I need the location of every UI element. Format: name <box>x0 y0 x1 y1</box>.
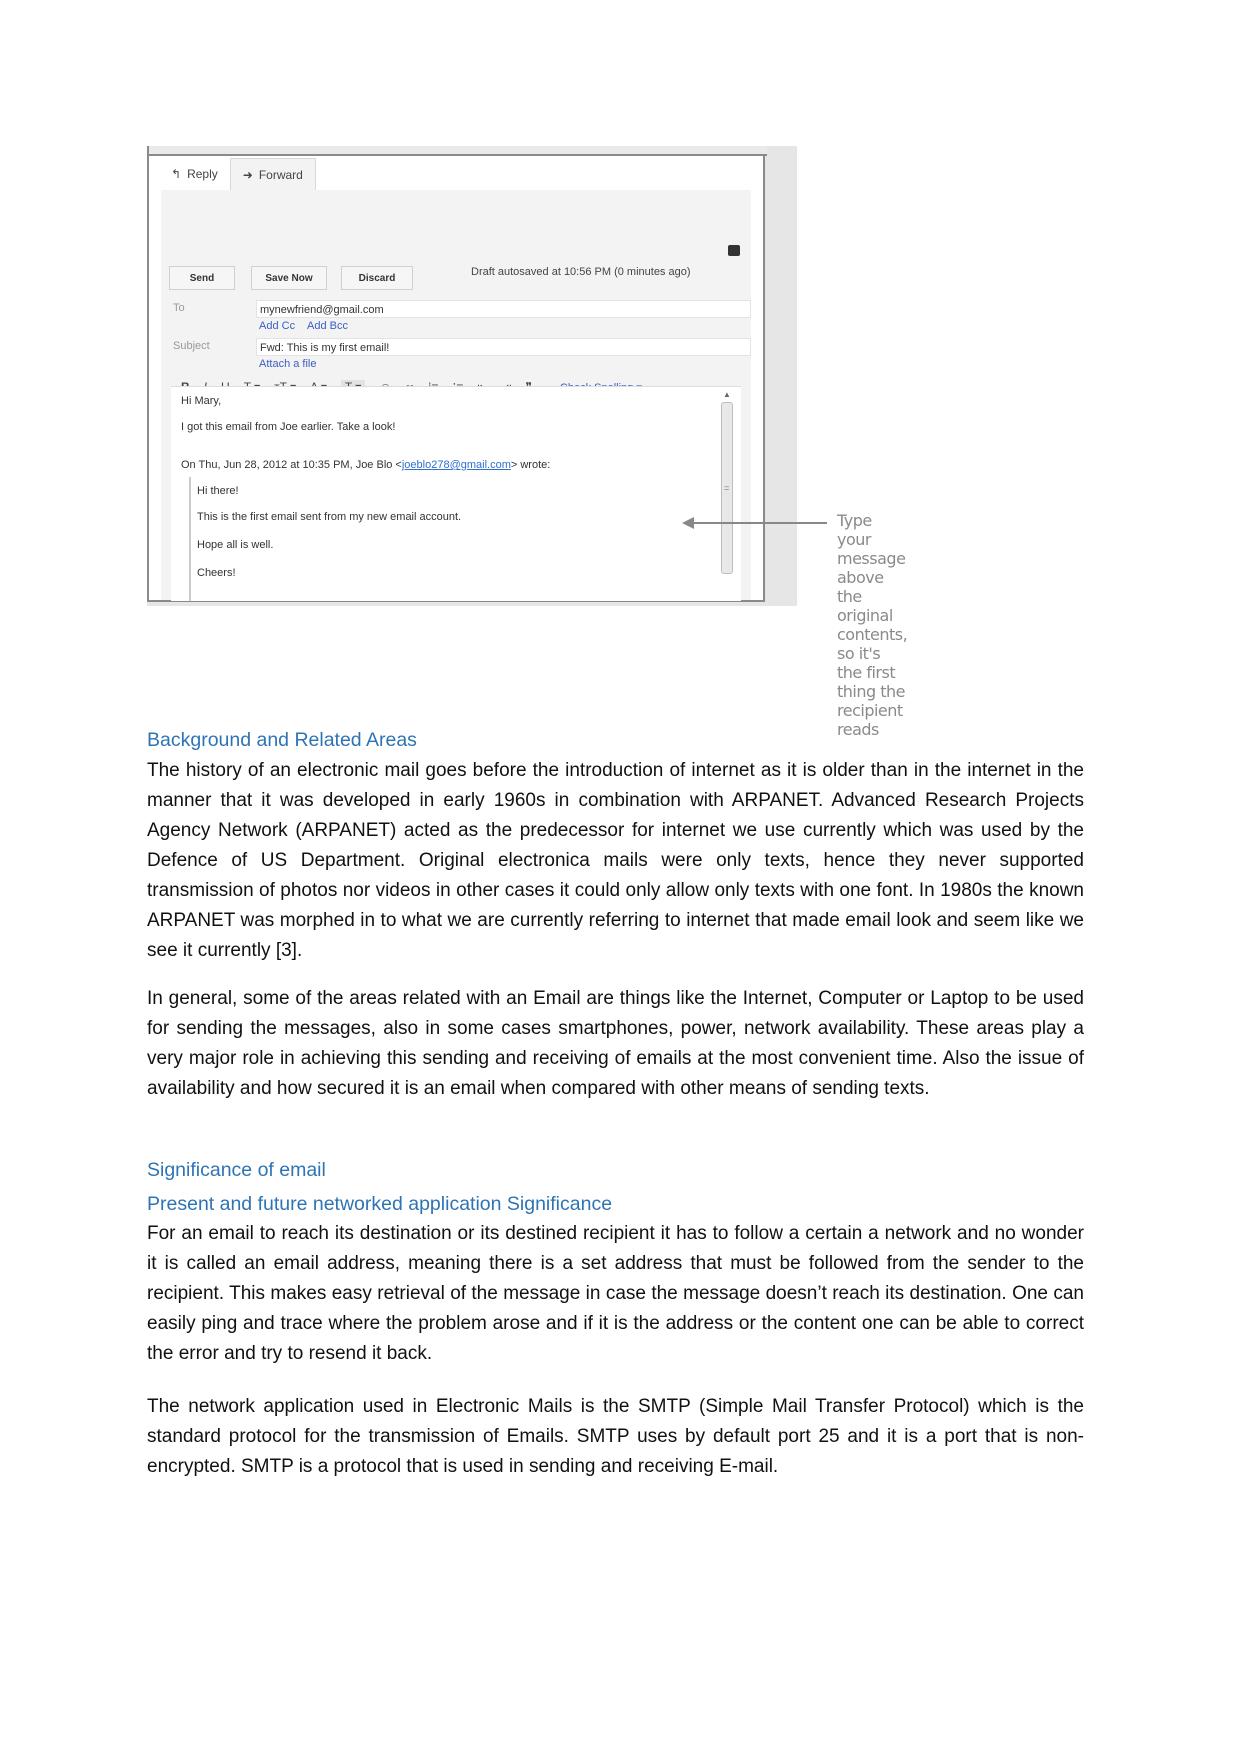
paragraph-text: In general, some of the areas related wi… <box>147 988 1084 1099</box>
body-scrollbar[interactable]: ▲ = <box>719 388 735 600</box>
callout-annotation: Type your message above the original con… <box>837 511 908 739</box>
quote-header: On Thu, Jun 28, 2012 at 10:35 PM, Joe Bl… <box>181 459 550 471</box>
quoted-line: Cheers! <box>197 567 236 579</box>
message-body[interactable]: Hi Mary, I got this email from Joe earli… <box>171 386 741 601</box>
quoted-line: Hope all is well. <box>197 539 274 551</box>
paragraph: In general, some of the areas related wi… <box>147 984 1084 1104</box>
add-cc-link[interactable]: Add Cc <box>259 320 295 332</box>
heading-networked-application: Present and future networked application… <box>147 1193 613 1215</box>
window-top-border <box>149 146 767 156</box>
callout-line-text: Type your message above <box>837 511 906 587</box>
add-bcc-link[interactable]: Add Bcc <box>307 320 348 332</box>
callout-line-text: so it's the first thing the <box>837 644 906 701</box>
paragraph: The network application used in Electron… <box>147 1392 1084 1482</box>
to-field[interactable]: mynewfriend@gmail.com <box>256 300 751 318</box>
subject-field[interactable]: Fwd: This is my first email! <box>256 338 751 356</box>
body-line: I got this email from Joe earlier. Take … <box>181 421 396 433</box>
paragraph-text: The network application used in Electron… <box>147 1396 1084 1477</box>
body-greeting: Hi Mary, <box>181 395 222 407</box>
scroll-up-icon[interactable]: ▲ <box>723 390 731 399</box>
to-label: To <box>173 302 185 314</box>
discard-button[interactable]: Discard <box>341 266 413 290</box>
save-now-button[interactable]: Save Now <box>251 266 327 290</box>
quote-header-suffix: > wrote: <box>510 459 551 471</box>
sender-email-link[interactable]: joeblo278@gmail.com <box>402 459 511 471</box>
compose-window: ↰ Reply ➜ Forward Send Save Now Discard … <box>147 146 767 602</box>
tab-reply-label: Reply <box>187 167 218 181</box>
quote-header-text: On Thu, Jun 28, 2012 at 10:35 PM, Joe Bl… <box>181 459 402 471</box>
callout-line-text: the original contents, <box>837 587 908 644</box>
email-compose-screenshot: ↰ Reply ➜ Forward Send Save Now Discard … <box>147 146 908 739</box>
paragraph: For an email to reach its destination or… <box>147 1219 1084 1369</box>
heading-significance: Significance of email <box>147 1159 326 1181</box>
heading-background: Background and Related Areas <box>147 729 417 751</box>
scroll-thumb[interactable]: = <box>721 402 733 574</box>
callout-line-text: recipient reads <box>837 701 903 739</box>
callout-line <box>692 522 827 524</box>
tab-forward-label: Forward <box>258 167 303 182</box>
tab-reply[interactable]: ↰ Reply <box>159 158 230 190</box>
paragraph: The history of an electronic mail goes b… <box>147 756 1084 966</box>
quoted-line: This is the first email sent from my new… <box>197 511 462 523</box>
reply-forward-tabs: ↰ Reply ➜ Forward <box>159 158 316 190</box>
popout-icon[interactable] <box>728 245 740 256</box>
send-button[interactable]: Send <box>169 266 235 290</box>
reply-arrow-icon: ↰ <box>171 167 182 181</box>
quote-bar <box>189 477 191 601</box>
attach-file-link[interactable]: Attach a file <box>259 358 316 370</box>
grip-icon: = <box>724 483 730 493</box>
tab-forward[interactable]: ➜ Forward <box>229 158 316 190</box>
paragraph-text: The history of an electronic mail goes b… <box>147 760 1084 961</box>
subject-label: Subject <box>173 340 210 352</box>
paragraph-text: For an email to reach its destination or… <box>147 1223 1084 1364</box>
quoted-line: Hi there! <box>197 485 239 497</box>
forward-arrow-icon: ➜ <box>242 167 253 182</box>
draft-status: Draft autosaved at 10:56 PM (0 minutes a… <box>471 266 691 278</box>
